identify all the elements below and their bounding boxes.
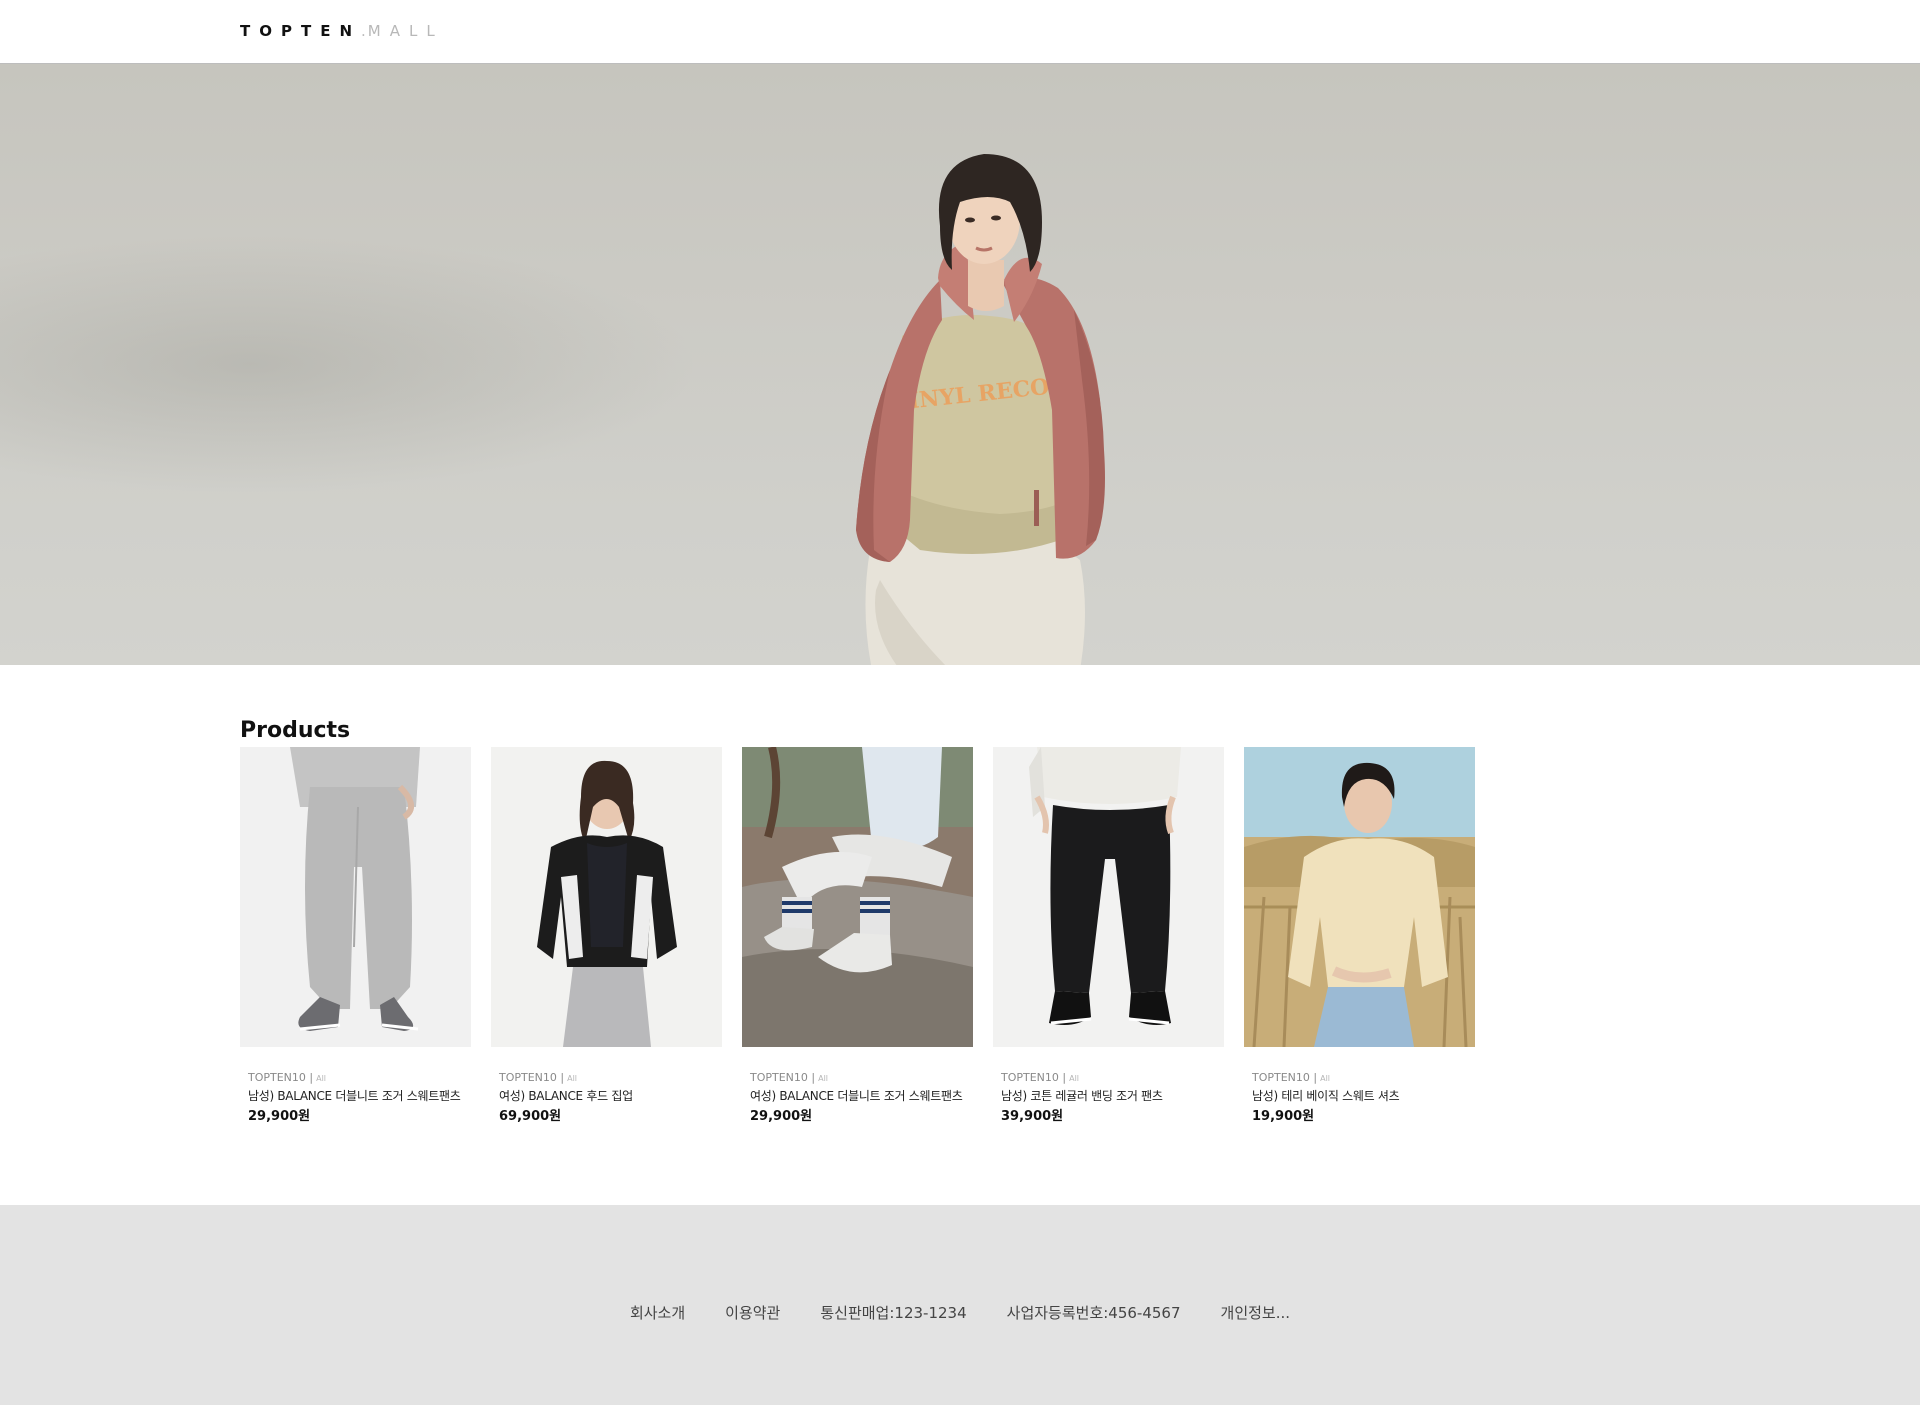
product-brand-text: TOPTEN10 | — [499, 1071, 565, 1084]
product-brand: TOPTEN10 | All — [248, 1071, 470, 1086]
product-image[interactable] — [240, 747, 471, 1047]
footer-link-company[interactable]: 회사소개 — [630, 1303, 685, 1323]
product-info: TOPTEN10 | All 여성) BALANCE 더블니트 조거 스웨트팬츠 … — [750, 1071, 972, 1126]
product-price: 29,900원 — [750, 1109, 813, 1124]
product-category: All — [1320, 1074, 1331, 1083]
logo-secondary-text: MALL — [367, 22, 444, 40]
footer-link-terms[interactable]: 이용약관 — [725, 1303, 780, 1323]
product-card[interactable]: TOPTEN10 | All 남성) 코튼 레귤러 밴딩 조거 팬츠 39,900… — [993, 747, 1224, 1127]
product-card[interactable]: TOPTEN10 | All 여성) BALANCE 더블니트 조거 스웨트팬츠 … — [742, 747, 973, 1127]
site-logo[interactable]: TOPTEN.MALL — [240, 22, 444, 40]
product-name[interactable]: 여성) BALANCE 더블니트 조거 스웨트팬츠 — [750, 1088, 972, 1104]
product-image[interactable] — [742, 747, 973, 1047]
product-brand: TOPTEN10 | All — [750, 1071, 972, 1086]
logo-dot: . — [361, 22, 368, 40]
product-category: All — [818, 1074, 829, 1083]
hero-banner[interactable]: VINYL RECORD — [0, 64, 1920, 665]
footer-link-privacy[interactable]: 개인정보... — [1221, 1303, 1291, 1323]
product-brand-text: TOPTEN10 | — [1252, 1071, 1318, 1084]
product-info: TOPTEN10 | All 남성) BALANCE 더블니트 조거 스웨트팬츠 … — [248, 1071, 470, 1126]
logo-primary-text: TOPTEN — [240, 22, 362, 40]
product-price: 39,900원 — [1001, 1109, 1064, 1124]
product-brand-text: TOPTEN10 | — [1001, 1071, 1067, 1084]
product-card[interactable]: TOPTEN10 | All 남성) BALANCE 더블니트 조거 스웨트팬츠 … — [240, 747, 471, 1127]
product-brand-text: TOPTEN10 | — [248, 1071, 314, 1084]
product-image[interactable] — [491, 747, 722, 1047]
hero-model-image: VINYL RECORD — [856, 154, 1105, 665]
product-brand: TOPTEN10 | All — [499, 1071, 721, 1086]
hero-background-shadow — [0, 234, 700, 494]
product-info: TOPTEN10 | All 남성) 테리 베이직 스웨트 셔츠 19,900원 — [1252, 1071, 1474, 1126]
product-name[interactable]: 남성) BALANCE 더블니트 조거 스웨트팬츠 — [248, 1088, 470, 1104]
product-name[interactable]: 여성) BALANCE 후드 집업 — [499, 1088, 721, 1104]
product-brand-text: TOPTEN10 | — [750, 1071, 816, 1084]
product-price: 69,900원 — [499, 1109, 562, 1124]
footer-link-ecommerce-license[interactable]: 통신판매업:123-1234 — [820, 1303, 966, 1323]
product-image[interactable] — [993, 747, 1224, 1047]
product-category: All — [316, 1074, 327, 1083]
footer-links: 회사소개 이용약관 통신판매업:123-1234 사업자등록번호:456-456… — [0, 1303, 1920, 1323]
product-grid: TOPTEN10 | All 남성) BALANCE 더블니트 조거 스웨트팬츠 … — [240, 747, 1480, 1127]
product-name[interactable]: 남성) 코튼 레귤러 밴딩 조거 팬츠 — [1001, 1088, 1223, 1104]
product-card[interactable]: TOPTEN10 | All 남성) 테리 베이직 스웨트 셔츠 19,900원 — [1244, 747, 1475, 1127]
product-image[interactable] — [1244, 747, 1475, 1047]
site-footer: 회사소개 이용약관 통신판매업:123-1234 사업자등록번호:456-456… — [0, 1205, 1920, 1405]
product-price: 19,900원 — [1252, 1109, 1315, 1124]
product-brand: TOPTEN10 | All — [1001, 1071, 1223, 1086]
product-brand: TOPTEN10 | All — [1252, 1071, 1474, 1086]
product-category: All — [1069, 1074, 1080, 1083]
product-category: All — [567, 1074, 578, 1083]
products-section-title: Products — [240, 718, 351, 743]
footer-link-business-registration[interactable]: 사업자등록번호:456-4567 — [1007, 1303, 1181, 1323]
product-price: 29,900원 — [248, 1109, 311, 1124]
product-name[interactable]: 남성) 테리 베이직 스웨트 셔츠 — [1252, 1088, 1474, 1104]
product-info: TOPTEN10 | All 남성) 코튼 레귤러 밴딩 조거 팬츠 39,900… — [1001, 1071, 1223, 1126]
product-card[interactable]: TOPTEN10 | All 여성) BALANCE 후드 집업 69,900원 — [491, 747, 722, 1127]
product-info: TOPTEN10 | All 여성) BALANCE 후드 집업 69,900원 — [499, 1071, 721, 1126]
site-header: TOPTEN.MALL — [0, 0, 1920, 64]
